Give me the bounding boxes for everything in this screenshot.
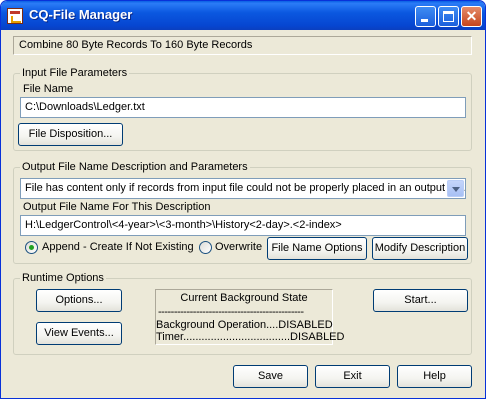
modify-description-button[interactable]: Modify Description: [372, 237, 468, 260]
state-title: Current Background State: [180, 292, 308, 304]
options-button[interactable]: Options...: [36, 289, 122, 312]
output-file-name-input[interactable]: H:\LedgerControl\<4-year>\<3-month>\Hist…: [20, 215, 466, 236]
cq-file-manager-window: CQ-File Manager ✕ Combine 80 Byte Record…: [0, 0, 486, 399]
close-button[interactable]: ✕: [461, 6, 482, 27]
file-name-options-button[interactable]: File Name Options: [267, 237, 367, 260]
file-name-label: File Name: [23, 83, 74, 95]
maximize-icon: [443, 11, 454, 22]
minimize-button[interactable]: [415, 6, 436, 27]
output-file-group-title: Output File Name Description and Paramet…: [20, 161, 250, 173]
exit-button[interactable]: Exit: [315, 365, 390, 388]
append-radio[interactable]: [25, 241, 38, 254]
file-disposition-button[interactable]: File Disposition...: [18, 123, 123, 146]
overwrite-radio[interactable]: [199, 241, 212, 254]
overwrite-radio-label[interactable]: Overwrite: [215, 241, 262, 253]
start-button[interactable]: Start...: [373, 289, 468, 312]
help-button[interactable]: Help: [397, 365, 472, 388]
output-file-name-label: Output File Name For This Description: [23, 201, 211, 213]
maximize-button[interactable]: [438, 6, 459, 27]
input-file-group-title: Input File Parameters: [20, 67, 130, 79]
window-title: CQ-File Manager: [29, 7, 133, 22]
save-button[interactable]: Save: [233, 365, 308, 388]
state-separator: ----------------------------------------…: [158, 306, 304, 318]
state-timer: Timer...................................…: [156, 331, 345, 343]
chevron-down-icon[interactable]: [447, 180, 464, 197]
status-text: Combine 80 Byte Records To 160 Byte Reco…: [13, 36, 472, 55]
state-background-operation: Background Operation....DISABLED: [156, 319, 333, 331]
minimize-icon: [421, 19, 428, 22]
background-state-panel: Current Background State ---------------…: [155, 289, 344, 345]
append-radio-label[interactable]: Append - Create If Not Existing: [42, 241, 194, 253]
view-events-button[interactable]: View Events...: [36, 322, 122, 345]
app-icon: [7, 8, 23, 24]
close-icon: ✕: [465, 8, 478, 24]
title-bar[interactable]: CQ-File Manager ✕: [1, 1, 485, 30]
runtime-options-group-title: Runtime Options: [20, 272, 106, 284]
file-name-input[interactable]: C:\Downloads\Ledger.txt: [20, 97, 466, 118]
description-selected-value: File has content only if records from in…: [25, 182, 466, 194]
description-select[interactable]: File has content only if records from in…: [20, 178, 466, 199]
